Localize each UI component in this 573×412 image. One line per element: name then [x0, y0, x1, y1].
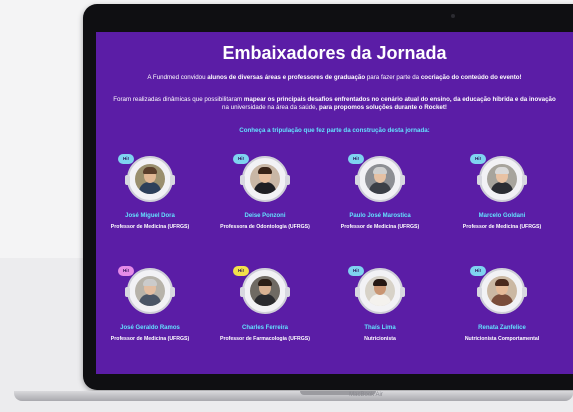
ambassador-name: José Geraldo Ramos [120, 325, 180, 331]
device-brand-label: MacBook Air [349, 392, 383, 398]
avatar [365, 276, 395, 306]
ambassador-name: José Miguel Dora [125, 213, 175, 219]
hi-bubble-icon: Hi! [118, 154, 134, 164]
laptop-screen: Embaixadores da Jornada A Fundmed convid… [96, 32, 573, 374]
astronaut-helmet-icon [355, 156, 405, 202]
intro-paragraph-2: Foram realizadas dinâmicas que possibili… [110, 96, 559, 112]
ambassador-role: Professor de Medicina (UFRGS) [462, 224, 542, 230]
ambassador-name: Marcelo Goldani [478, 213, 526, 219]
astronaut-helmet-icon [477, 156, 527, 202]
astronaut-helmet-icon [355, 268, 405, 314]
ambassador-name: Charles Ferreira [241, 325, 289, 331]
hi-bubble-icon: Hi! [470, 154, 486, 164]
astronaut-helmet-icon [125, 268, 175, 314]
intro-2-text-b: mapear os principais desafios enfrentado… [243, 96, 556, 103]
hi-bubble-icon: Hi! [233, 154, 249, 164]
ambassador-name: Deise Ponzoni [244, 213, 286, 219]
avatar [250, 164, 280, 194]
intro-1-text-a: A Fundmed convidou [147, 74, 208, 81]
crew-highlight: Conheça a tripulação que fez parte da co… [239, 127, 430, 134]
intro-2-text-d: para propomos soluções durante o Rocket! [319, 104, 447, 111]
avatar [365, 164, 395, 194]
hi-bubble-icon: Hi! [348, 266, 364, 276]
intro-1-text-b: alunos de diversas áreas e professores d… [207, 74, 366, 81]
avatar [487, 164, 517, 194]
astronaut-helmet-icon [477, 268, 527, 314]
astronaut-helmet-icon [240, 268, 290, 314]
avatar [487, 276, 517, 306]
hi-bubble-icon: Hi! [233, 266, 249, 276]
intro-2-text-c: na universidade na área da saúde, [222, 104, 320, 111]
ambassador-name: Paulo José Marostica [349, 213, 411, 219]
astronaut-helmet-icon [125, 156, 175, 202]
astronaut-helmet-icon [240, 156, 290, 202]
ambassador-name: Renata Zanfelice [478, 325, 526, 331]
laptop-base [14, 391, 573, 401]
ambassador-role: Professor de Farmacologia (UFRGS) [220, 336, 310, 342]
avatar [135, 276, 165, 306]
camera-icon [451, 14, 455, 18]
hi-bubble-icon: Hi! [348, 154, 364, 164]
ambassador-role: Professor de Medicina (UFRGS) [340, 224, 420, 230]
ambassador-role: Professora de Odontologia (UFRGS) [220, 224, 310, 230]
intro-1-text-c: para fazer parte da [365, 74, 421, 81]
hi-bubble-icon: Hi! [470, 266, 486, 276]
intro-1-text-d: cocriação do conteúdo do evento! [420, 74, 522, 81]
ambassador-role: Professor de Medicina (UFRGS) [110, 224, 190, 230]
ambassador-name: Thaís Lima [364, 325, 396, 331]
page-title: Embaixadores da Jornada [222, 43, 447, 63]
intro-paragraph-1: A Fundmed convidou alunos de diversas ár… [110, 74, 559, 82]
avatar [135, 164, 165, 194]
ambassador-role: Nutricionista [364, 336, 396, 342]
intro-2-text-a: Foram realizadas dinâmicas que possibili… [113, 96, 244, 103]
ambassador-role: Professor de Medicina (UFRGS) [110, 336, 190, 342]
hi-bubble-icon: Hi! [118, 266, 134, 276]
ambassador-role: Nutricionista Comportamental [464, 336, 540, 342]
avatar [250, 276, 280, 306]
